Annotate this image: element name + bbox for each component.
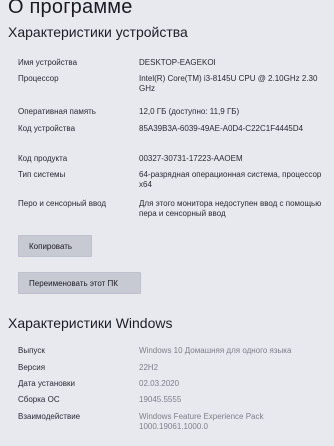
- spec-label: Перо и сенсорный ввод: [18, 199, 107, 208]
- spec-label: Выпуск: [18, 346, 45, 355]
- spec-value: Intel(R) Core(TM) i3-8145U CPU @ 2.10GHz…: [139, 74, 318, 93]
- spec-label: Код устройства: [18, 124, 76, 133]
- copy-button[interactable]: Копировать: [18, 235, 92, 257]
- spec-label: Тип системы: [18, 170, 66, 179]
- spec-value: 00327-30731-17223-AAOEM: [139, 154, 243, 163]
- spec-label: Версия: [18, 363, 46, 372]
- page-title: О программе: [8, 0, 133, 18]
- spec-label: Оперативная память: [18, 107, 96, 116]
- spec-value: DESKTOP-EAGEKOI: [139, 58, 216, 67]
- spec-label: Процессор: [18, 74, 59, 83]
- spec-value: 19045.5555: [139, 395, 182, 404]
- spec-value: 02.03.2020: [139, 379, 180, 388]
- spec-value: 85A39B3A-6039-49AE-A0D4-C22C1F4445D4: [139, 124, 304, 133]
- spec-value: 12,0 ГБ (доступно: 11,9 ГБ): [139, 107, 240, 116]
- windows-specs-heading: Характеристики Windows: [8, 315, 173, 331]
- spec-value: 22H2: [139, 363, 159, 372]
- rename-pc-button[interactable]: Переименовать этот ПК: [18, 272, 141, 294]
- spec-value: Для этого монитора недоступен ввод с пом…: [139, 199, 322, 218]
- spec-value: Windows 10 Домашняя для одного языка: [139, 346, 292, 355]
- spec-value: Windows Feature Experience Pack 1000.190…: [139, 412, 264, 431]
- spec-label: Код продукта: [18, 154, 68, 163]
- spec-label: Взаимодействие: [18, 412, 81, 421]
- spec-label: Дата установки: [18, 379, 75, 388]
- spec-label: Сборка ОС: [18, 395, 60, 404]
- device-specs-heading: Характеристики устройства: [8, 24, 188, 40]
- spec-label: Имя устройства: [18, 58, 78, 67]
- spec-value: 64-разрядная операционная система, проце…: [139, 170, 322, 189]
